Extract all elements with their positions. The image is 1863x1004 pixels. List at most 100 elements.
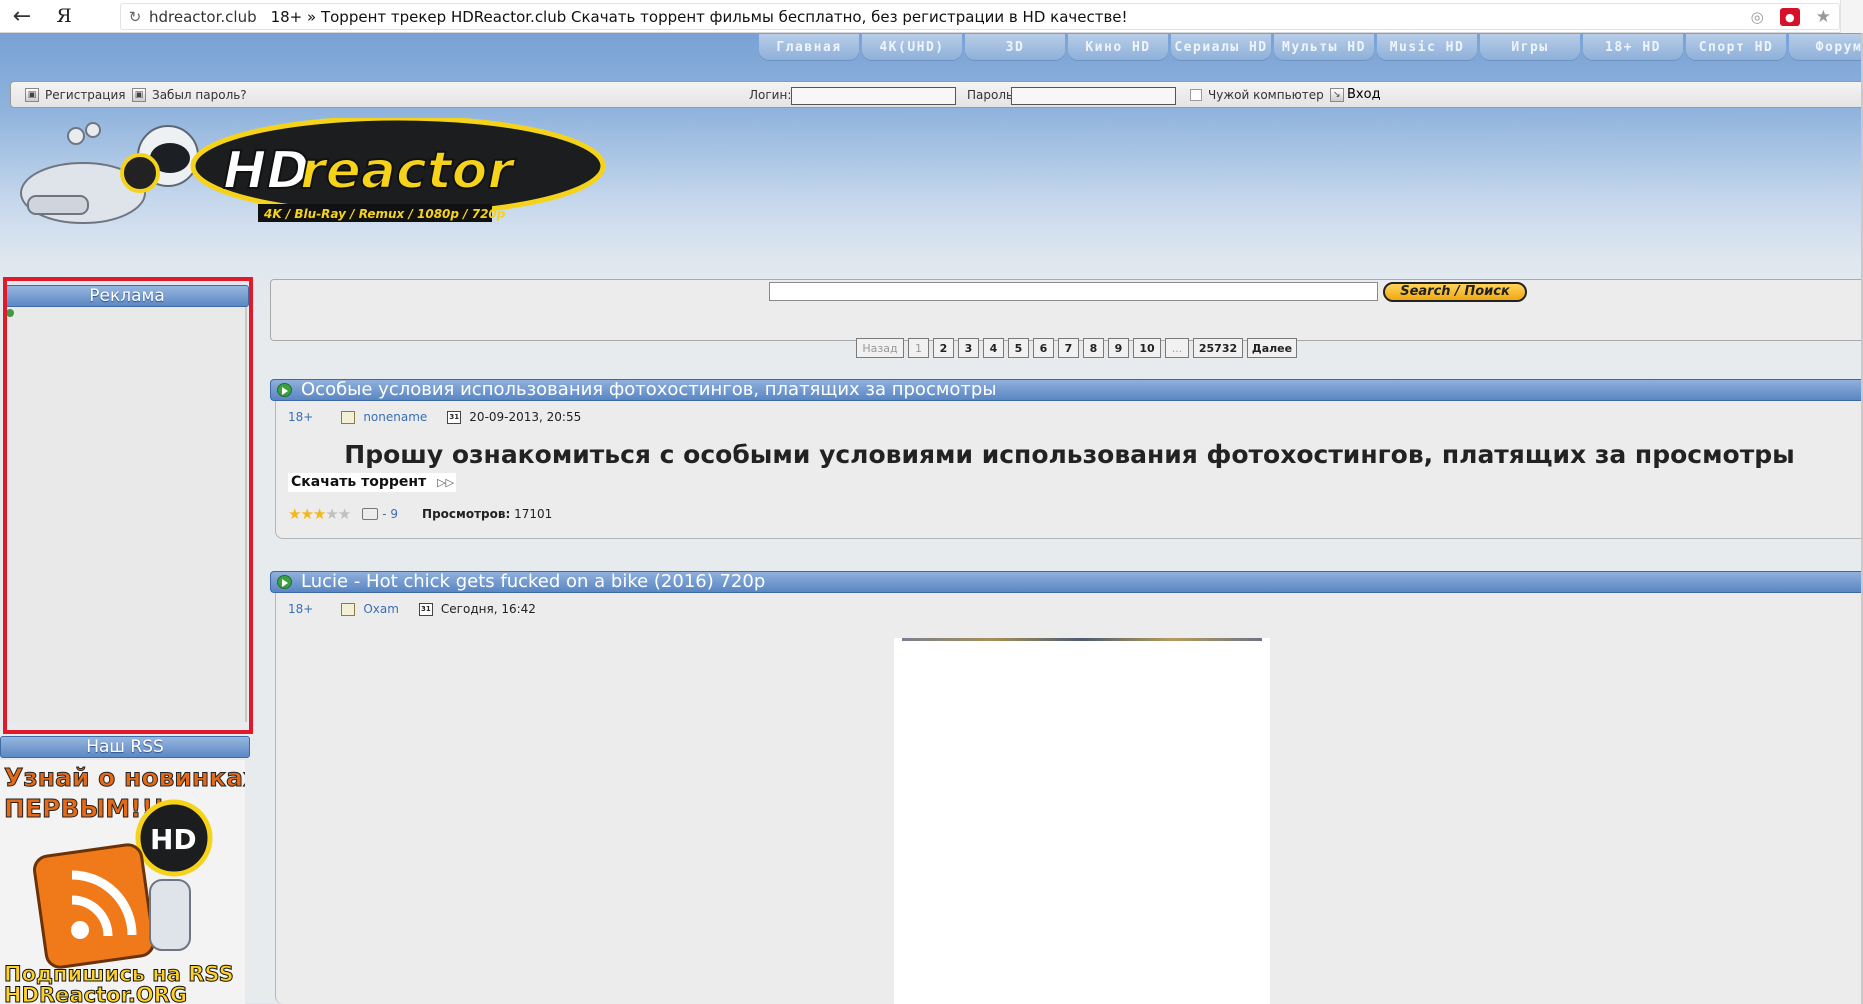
- foreign-pc-option[interactable]: Чужой компьютер ↘: [1190, 88, 1344, 102]
- forgot-password-label: Забыл пароль?: [152, 88, 247, 102]
- views-label: Просмотров:: [422, 507, 511, 521]
- password-label: Пароль: [967, 88, 1014, 102]
- nav-tab-forum[interactable]: Форум: [1789, 34, 1863, 60]
- nav-tab-4k[interactable]: 4K(UHD): [862, 34, 962, 60]
- post-body: 18+ nonename 31 20-09-2013, 20:55 Прошу …: [275, 401, 1863, 539]
- yandex-logo-icon[interactable]: Я: [44, 0, 84, 33]
- rss-banner[interactable]: Узнай о новинках ПЕРВЫМ!!! HD Подпишись …: [0, 760, 245, 1004]
- post-headline: Прошу ознакомиться с особыми условиями и…: [344, 440, 1795, 469]
- url-domain: hdreactor.club: [149, 7, 257, 26]
- comments-link[interactable]: - 9: [362, 507, 398, 521]
- post-author-link[interactable]: Oxam: [363, 602, 399, 616]
- left-sidebar: Реклама: [5, 285, 250, 722]
- bookmark-star-icon[interactable]: ★: [1816, 7, 1831, 27]
- search-input[interactable]: [769, 282, 1378, 301]
- protect-icon[interactable]: ◎: [1751, 8, 1764, 26]
- rss-banner-slogan: Узнай о новинках: [4, 763, 245, 792]
- post-title[interactable]: Особые условия использования фотохостинг…: [270, 379, 1863, 401]
- nav-tab-games[interactable]: Игры: [1480, 34, 1580, 60]
- login-arrow-icon[interactable]: ↘: [1329, 88, 1344, 102]
- pager-ellipsis: ...: [1165, 338, 1189, 358]
- author-pencil-icon: [341, 410, 356, 424]
- pager-page[interactable]: 4: [983, 338, 1004, 358]
- rss-banner-slogan-2: ПЕРВЫМ!!!: [4, 794, 164, 823]
- search-panel: Search / Поиск: [270, 279, 1863, 341]
- download-torrent-button[interactable]: Скачать торрент ▷▷: [288, 473, 456, 492]
- post-arrow-icon: [277, 575, 292, 589]
- url-page-title: 18+ » Торрент трекер HDReactor.club Скач…: [270, 7, 1128, 26]
- nav-tab-home[interactable]: Главная: [759, 34, 859, 60]
- pager-page[interactable]: 3: [958, 338, 979, 358]
- post-meta: 18+ Oxam 31 Сегодня, 16:42: [288, 602, 536, 616]
- pager-prev[interactable]: Назад: [856, 338, 904, 358]
- foreign-pc-label: Чужой компьютер: [1208, 88, 1324, 102]
- nav-tab-music[interactable]: Music HD: [1377, 34, 1477, 60]
- address-bar[interactable]: ↻ hdreactor.club 18+ » Торрент трекер HD…: [120, 3, 1840, 30]
- pager-page[interactable]: 2: [933, 338, 954, 358]
- login-input[interactable]: [791, 87, 956, 105]
- nav-tab-adult[interactable]: 18+ HD: [1583, 34, 1683, 60]
- search-button[interactable]: Search / Поиск: [1383, 282, 1527, 302]
- main-nav: Главная 4K(UHD) 3D Кино HD Сериалы HD Му…: [759, 34, 1863, 60]
- star-empty-icon: ★: [325, 505, 338, 523]
- logo-reactor-text: reactor: [300, 141, 516, 201]
- forgot-password-link[interactable]: ▣ Забыл пароль?: [132, 88, 247, 102]
- pager-page[interactable]: 6: [1033, 338, 1054, 358]
- pager-next[interactable]: Далее: [1247, 338, 1297, 358]
- nav-tab-sport[interactable]: Спорт HD: [1686, 34, 1786, 60]
- calendar-icon: 31: [418, 602, 433, 616]
- post-category-link[interactable]: 18+: [288, 410, 313, 424]
- rss-banner-hd-text: HD: [150, 823, 197, 856]
- ad-status-icon: [6, 309, 14, 317]
- nav-tab-cartoons[interactable]: Мульты HD: [1274, 34, 1374, 60]
- star-icon: ★: [288, 505, 301, 523]
- ad-block-title: Реклама: [5, 285, 249, 307]
- pager-page-current: 1: [908, 338, 929, 358]
- pager-page[interactable]: 7: [1058, 338, 1079, 358]
- record-icon[interactable]: ●: [1779, 8, 1800, 26]
- nav-tab-movies[interactable]: Кино HD: [1068, 34, 1168, 60]
- star-icon: ★: [312, 505, 326, 523]
- pager-page[interactable]: 8: [1083, 338, 1104, 358]
- rss-block-title: Наш RSS: [0, 736, 250, 758]
- password-input[interactable]: [1011, 87, 1176, 105]
- pager-page[interactable]: 9: [1108, 338, 1129, 358]
- foreign-pc-checkbox[interactable]: [1190, 89, 1202, 101]
- site-logo[interactable]: HD reactor 4K / Blu-Ray / Remux / 1080p …: [8, 118, 608, 238]
- pager-page[interactable]: 10: [1133, 338, 1161, 358]
- post-category-link[interactable]: 18+: [288, 602, 313, 616]
- views-value: 17101: [514, 507, 553, 521]
- pagination: Назад 1 2 3 4 5 6 7 8 9 10 ... 25732 Дал…: [856, 338, 1297, 358]
- comments-count: - 9: [382, 507, 399, 521]
- register-link[interactable]: ▣ Регистрация: [25, 88, 125, 102]
- post-title-text[interactable]: Особые условия использования фотохостинг…: [301, 380, 997, 400]
- views-counter: Просмотров: 17101: [422, 507, 552, 521]
- post-title[interactable]: Lucie - Hot chick gets fucked on a bike …: [270, 571, 1863, 593]
- pager-page[interactable]: 5: [1008, 338, 1029, 358]
- login-button[interactable]: Вход: [1347, 87, 1381, 102]
- comment-bubble-icon: [362, 508, 379, 520]
- post-stats: ★★★★★ - 9 Просмотров: 17101: [288, 505, 552, 523]
- logo-formats-text: 4K / Blu-Ray / Remux / 1080p / 720p: [263, 207, 506, 221]
- robot-mascot-icon: [20, 122, 199, 224]
- ad-block: [5, 307, 247, 722]
- post-date: 20-09-2013, 20:55: [469, 410, 582, 424]
- post-title-text[interactable]: Lucie - Hot chick gets fucked on a bike …: [301, 572, 765, 592]
- nav-tab-series[interactable]: Сериалы HD: [1171, 34, 1271, 60]
- post-author-link[interactable]: nonename: [363, 410, 427, 424]
- star-icon: ★: [300, 505, 313, 523]
- reload-icon[interactable]: ↻: [121, 8, 149, 26]
- post-poster-image[interactable]: [894, 638, 1270, 1004]
- nav-tab-3d[interactable]: 3D: [965, 34, 1065, 60]
- post-arrow-icon: [277, 383, 292, 397]
- pager-last-page[interactable]: 25732: [1193, 338, 1243, 358]
- back-arrow-icon[interactable]: ←: [0, 0, 44, 33]
- poster-top-strip: [902, 638, 1262, 641]
- browser-menu-area: [1840, 0, 1863, 33]
- post-meta: 18+ nonename 31 20-09-2013, 20:55: [288, 410, 581, 424]
- rating-stars[interactable]: ★★★★★: [288, 505, 351, 523]
- author-pencil-icon: [341, 602, 356, 616]
- post-date: Сегодня, 16:42: [440, 602, 536, 616]
- star-empty-icon: ★: [337, 505, 351, 523]
- login-bar: ▣ Регистрация ▣ Забыл пароль? Логин: Пар…: [10, 81, 1863, 108]
